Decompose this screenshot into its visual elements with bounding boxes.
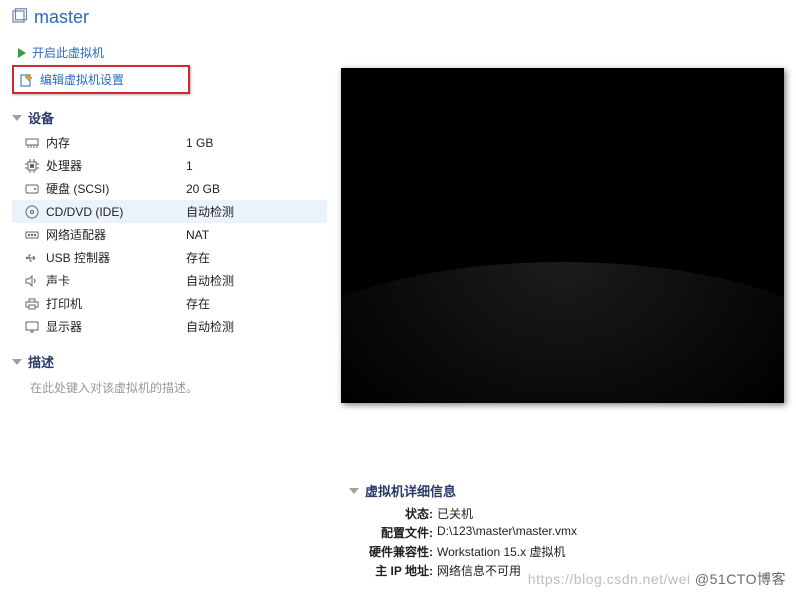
detail-label: 硬件兼容性: bbox=[349, 543, 433, 560]
usb-icon bbox=[24, 251, 40, 265]
device-value: 自动检测 bbox=[186, 318, 234, 335]
chevron-down-icon bbox=[349, 488, 359, 494]
device-label: 显示器 bbox=[46, 318, 186, 335]
device-value: 自动检测 bbox=[186, 272, 234, 289]
device-row[interactable]: 网络适配器NAT bbox=[12, 223, 327, 246]
display-icon bbox=[24, 320, 40, 334]
devices-section-header[interactable]: 设备 bbox=[12, 102, 327, 131]
device-row[interactable]: 处理器1 bbox=[12, 154, 327, 177]
device-row[interactable]: 显示器自动检测 bbox=[12, 315, 327, 338]
detail-value: 网络信息不可用 bbox=[433, 562, 521, 579]
device-value: 存在 bbox=[186, 295, 210, 312]
detail-row-ip: 主 IP 地址: 网络信息不可用 bbox=[349, 561, 784, 580]
devices-section-label: 设备 bbox=[28, 108, 54, 127]
device-label: 网络适配器 bbox=[46, 226, 186, 243]
description-section-label: 描述 bbox=[28, 352, 54, 371]
device-label: 硬盘 (SCSI) bbox=[46, 180, 186, 197]
vm-screen-preview[interactable] bbox=[341, 68, 784, 403]
detail-row-state: 状态: 已关机 bbox=[349, 504, 784, 523]
start-vm-link[interactable]: 开启此虚拟机 bbox=[12, 42, 327, 63]
chevron-down-icon bbox=[12, 115, 22, 121]
right-panel: 虚拟机详细信息 状态: 已关机 配置文件: D:\123\master\mast… bbox=[327, 34, 796, 595]
device-label: 内存 bbox=[46, 134, 186, 151]
chevron-down-icon bbox=[12, 359, 22, 365]
device-list: 内存1 GB处理器1硬盘 (SCSI)20 GBCD/DVD (IDE)自动检测… bbox=[12, 131, 327, 338]
vm-title: master bbox=[34, 7, 89, 28]
cd-icon bbox=[24, 205, 40, 219]
memory-icon bbox=[24, 136, 40, 150]
start-vm-label: 开启此虚拟机 bbox=[32, 44, 104, 61]
detail-label: 状态: bbox=[349, 505, 433, 522]
detail-row-config: 配置文件: D:\123\master\master.vmx bbox=[349, 523, 784, 542]
vm-tab-icon bbox=[10, 8, 28, 26]
detail-value: 已关机 bbox=[433, 505, 473, 522]
device-label: 打印机 bbox=[46, 295, 186, 312]
device-row[interactable]: 声卡自动检测 bbox=[12, 269, 327, 292]
device-row[interactable]: CD/DVD (IDE)自动检测 bbox=[12, 200, 327, 223]
cpu-icon bbox=[24, 159, 40, 173]
edit-settings-label: 编辑虚拟机设置 bbox=[40, 71, 124, 88]
edit-settings-link[interactable]: 编辑虚拟机设置 bbox=[14, 69, 188, 90]
device-label: CD/DVD (IDE) bbox=[46, 205, 186, 219]
edit-settings-highlight: 编辑虚拟机设置 bbox=[12, 65, 190, 94]
device-value: 自动检测 bbox=[186, 203, 234, 220]
disk-icon bbox=[24, 182, 40, 196]
sound-icon bbox=[24, 274, 40, 288]
vm-header: master bbox=[0, 0, 796, 34]
detail-label: 主 IP 地址: bbox=[349, 562, 433, 579]
printer-icon bbox=[24, 297, 40, 311]
device-value: 20 GB bbox=[186, 182, 220, 196]
device-label: USB 控制器 bbox=[46, 249, 186, 266]
device-row[interactable]: 硬盘 (SCSI)20 GB bbox=[12, 177, 327, 200]
device-value: 1 bbox=[186, 159, 193, 173]
play-icon bbox=[18, 48, 26, 58]
device-value: 存在 bbox=[186, 249, 210, 266]
detail-value: D:\123\master\master.vmx bbox=[433, 524, 577, 541]
details-section-header[interactable]: 虚拟机详细信息 bbox=[349, 475, 784, 504]
description-placeholder[interactable]: 在此处键入对该虚拟机的描述。 bbox=[12, 375, 327, 400]
description-section-header[interactable]: 描述 bbox=[12, 346, 327, 375]
vm-details: 虚拟机详细信息 状态: 已关机 配置文件: D:\123\master\mast… bbox=[339, 475, 784, 580]
device-label: 处理器 bbox=[46, 157, 186, 174]
left-panel: 开启此虚拟机 编辑虚拟机设置 设备 内存1 GB处理器1硬盘 (SCSI)20 … bbox=[0, 34, 327, 595]
details-section-label: 虚拟机详细信息 bbox=[365, 481, 456, 500]
device-value: NAT bbox=[186, 228, 209, 242]
device-row[interactable]: 内存1 GB bbox=[12, 131, 327, 154]
net-icon bbox=[24, 228, 40, 242]
detail-value: Workstation 15.x 虚拟机 bbox=[433, 543, 566, 560]
device-row[interactable]: USB 控制器存在 bbox=[12, 246, 327, 269]
device-row[interactable]: 打印机存在 bbox=[12, 292, 327, 315]
detail-label: 配置文件: bbox=[349, 524, 433, 541]
device-label: 声卡 bbox=[46, 272, 186, 289]
edit-icon bbox=[20, 73, 34, 87]
device-value: 1 GB bbox=[186, 136, 213, 150]
detail-row-compat: 硬件兼容性: Workstation 15.x 虚拟机 bbox=[349, 542, 784, 561]
